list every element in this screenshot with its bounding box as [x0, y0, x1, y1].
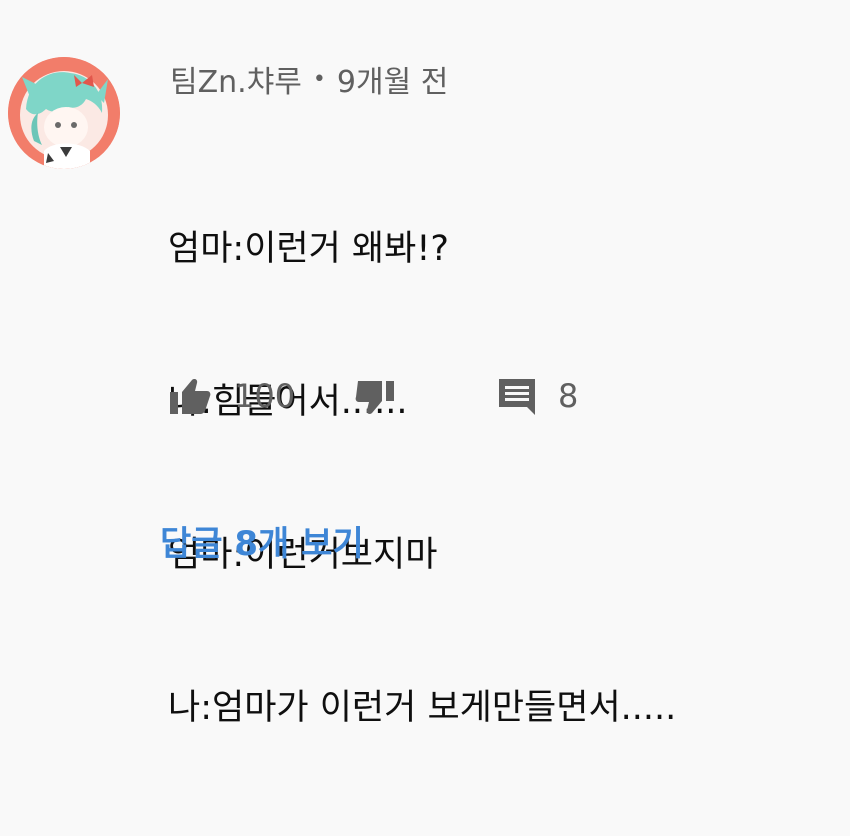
- like-button[interactable]: [168, 372, 212, 420]
- comment-icon: [499, 379, 535, 415]
- avatar-image: [8, 57, 120, 169]
- comment-time[interactable]: 9개월 전: [337, 57, 448, 101]
- avatar[interactable]: [8, 57, 120, 169]
- comment-line: 엄마:이런거 왜봐!?: [168, 229, 449, 269]
- comment-actions: 100 8: [168, 372, 768, 420]
- thumbs-up-icon: [170, 379, 211, 414]
- author-name[interactable]: 팀Zn.챠루: [170, 57, 302, 101]
- comment-thread: 팀Zn.챠루 • 9개월 전 엄마:이런거 왜봐!? 나:힘들어서...... …: [0, 0, 850, 728]
- reply-button[interactable]: [496, 372, 538, 420]
- comment-meta: 팀Zn.챠루 • 9개월 전: [170, 57, 448, 101]
- thumbs-down-icon: [355, 381, 394, 414]
- reply-count: 8: [558, 377, 579, 415]
- comment-line: 나:엄마가 이런거 보게만들면서.....: [168, 688, 677, 728]
- meta-separator: •: [312, 66, 326, 92]
- like-count: 100: [234, 377, 296, 415]
- dislike-button[interactable]: [354, 372, 400, 420]
- view-replies-link[interactable]: 답글 8개 보기: [160, 516, 364, 564]
- comment-text: 엄마:이런거 왜봐!? 나:힘들어서...... 엄마:이런거보지마 나:엄마가…: [168, 122, 676, 836]
